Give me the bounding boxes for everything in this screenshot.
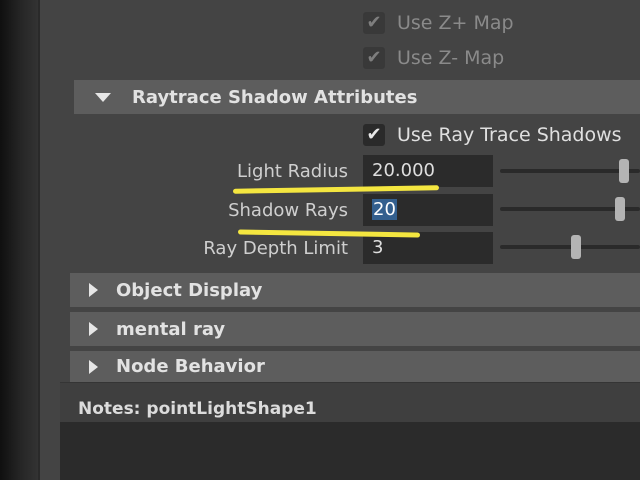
triangle-right-icon (88, 283, 98, 297)
triangle-right-icon (88, 359, 98, 374)
section-title: Node Behavior (116, 356, 265, 377)
ray-depth-limit-label: Ray Depth Limit (203, 238, 348, 259)
use-z-minus-checkbox[interactable]: ✔ (363, 47, 385, 69)
notes-bar: Notes: pointLightShape1 (60, 382, 640, 423)
notes-label: Notes: pointLightShape1 (78, 399, 317, 419)
triangle-down-icon (95, 92, 111, 102)
use-z-plus-label: Use Z+ Map (397, 12, 514, 34)
section-title: mental ray (116, 318, 226, 340)
section-node-behavior[interactable]: Node Behavior (70, 351, 640, 382)
ray-depth-limit-slider[interactable] (500, 245, 640, 249)
shadow-rays-field[interactable]: 20 (363, 194, 493, 226)
section-object-display[interactable]: Object Display (70, 273, 640, 307)
light-radius-field[interactable]: 20.000 (363, 155, 493, 187)
section-title: Object Display (116, 279, 263, 301)
checkmark-icon: ✔ (366, 12, 382, 33)
viewport-edge (0, 0, 38, 480)
light-radius-label: Light Radius (237, 161, 348, 182)
ray-depth-limit-slider-handle[interactable] (571, 235, 581, 259)
expander (70, 359, 116, 374)
section-mental-ray[interactable]: mental ray (70, 312, 640, 346)
section-raytrace-shadow-attributes[interactable]: Raytrace Shadow Attributes (74, 80, 640, 114)
triangle-right-icon (88, 322, 98, 336)
use-z-plus-map-row[interactable]: ✔ Use Z+ Map (363, 12, 514, 34)
expander (70, 322, 116, 336)
checkmark-icon: ✔ (366, 47, 382, 68)
use-z-minus-label: Use Z- Map (397, 47, 505, 69)
use-ray-trace-shadows-label: Use Ray Trace Shadows (397, 124, 622, 146)
ray-depth-limit-value: 3 (372, 237, 384, 258)
shadow-rays-label: Shadow Rays (228, 200, 348, 221)
use-z-plus-checkbox[interactable]: ✔ (363, 12, 385, 34)
expander (74, 92, 132, 102)
use-z-minus-map-row[interactable]: ✔ Use Z- Map (363, 47, 504, 69)
checkmark-icon: ✔ (366, 124, 382, 145)
light-radius-slider-handle[interactable] (619, 159, 629, 183)
section-title: Raytrace Shadow Attributes (132, 86, 418, 108)
shadow-rays-slider-handle[interactable] (615, 197, 625, 221)
notes-text-area[interactable] (60, 422, 640, 480)
expander (70, 283, 116, 297)
use-ray-trace-shadows-row[interactable]: ✔ Use Ray Trace Shadows (363, 124, 622, 146)
light-radius-value: 20.000 (372, 160, 435, 181)
shadow-rays-value: 20 (372, 199, 397, 220)
panel-divider (38, 0, 40, 480)
use-ray-trace-shadows-checkbox[interactable]: ✔ (363, 124, 385, 146)
